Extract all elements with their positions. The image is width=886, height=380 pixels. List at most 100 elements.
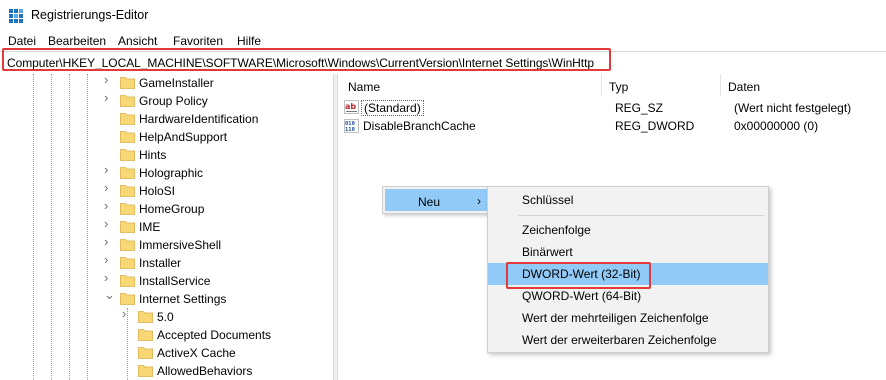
chevron-right-icon[interactable]: › xyxy=(104,91,114,104)
value-row[interactable]: 010 110 DisableBranchCache REG_DWORD 0x0… xyxy=(344,117,874,135)
chevron-right-icon[interactable]: › xyxy=(104,199,114,212)
tree-item[interactable]: › Group Policy xyxy=(104,91,333,110)
column-header-name[interactable]: Name xyxy=(348,80,380,94)
value-type: REG_SZ xyxy=(615,101,664,115)
chevron-down-icon[interactable]: ⌄ xyxy=(104,288,115,301)
submenu-item-zeichenfolge[interactable]: Zeichenfolge xyxy=(488,219,768,241)
tree-item-label: HomeGroup xyxy=(139,202,205,216)
tree-item[interactable]: › ImmersiveShell xyxy=(104,235,333,254)
tree-item-label: Hints xyxy=(139,148,167,162)
menu-item-neu-label: Neu xyxy=(418,195,441,209)
column-divider[interactable] xyxy=(601,74,602,96)
tree-item-label: Accepted Documents xyxy=(157,328,272,342)
folder-icon xyxy=(138,365,153,377)
chevron-right-icon[interactable]: › xyxy=(104,181,114,194)
folder-icon xyxy=(120,113,135,125)
folder-icon xyxy=(120,293,135,305)
folder-icon xyxy=(120,221,135,233)
value-data: 0x00000000 (0) xyxy=(734,119,819,133)
chevron-right-icon[interactable]: › xyxy=(104,271,114,284)
title-bar[interactable]: Registrierungs-Editor xyxy=(0,0,886,31)
tree-guide-line xyxy=(69,74,70,380)
tree-item-label: InstallService xyxy=(139,274,211,288)
menu-bearbeiten[interactable]: Bearbeiten xyxy=(48,34,106,48)
folder-icon xyxy=(138,311,153,323)
tree-item-label: Internet Settings xyxy=(139,292,227,306)
menu-datei[interactable]: Datei xyxy=(8,34,36,48)
tree-item[interactable]: › HomeGroup xyxy=(104,199,333,218)
submenu-item-multi-string[interactable]: Wert der mehrteiligen Zeichenfolge xyxy=(488,307,768,329)
tree-item-label: ActiveX Cache xyxy=(157,346,236,360)
key-tree-pane[interactable]: › GameInstaller › Group Policy HardwareIdent… xyxy=(0,74,333,380)
tree-item-label: ImmersiveShell xyxy=(139,238,222,252)
folder-icon xyxy=(120,185,135,197)
submenu-item-label: Binärwert xyxy=(522,245,573,259)
tree-item[interactable]: ⌄ Internet Settings xyxy=(104,288,333,308)
submenu-item-binaerwert[interactable]: Binärwert xyxy=(488,241,768,263)
tree-item-label: Installer xyxy=(139,256,182,270)
tree-item-label: HelpAndSupport xyxy=(139,130,228,144)
tree-item[interactable]: HelpAndSupport xyxy=(104,128,333,146)
folder-icon xyxy=(120,203,135,215)
folder-icon xyxy=(120,257,135,269)
tree-guide-line xyxy=(87,74,88,380)
tree-item[interactable]: › Holographic xyxy=(104,163,333,182)
submenu-item-label: Wert der erweiterbaren Zeichenfolge xyxy=(522,333,717,347)
column-divider[interactable] xyxy=(720,74,721,96)
chevron-right-icon: › xyxy=(477,194,481,208)
regedit-app-icon xyxy=(9,9,23,23)
tree-item[interactable]: › HoloSI xyxy=(104,181,333,200)
folder-icon xyxy=(120,131,135,143)
tree-guide-line xyxy=(33,74,34,380)
value-type: REG_DWORD xyxy=(615,119,695,133)
menu-item-neu[interactable]: Neu › xyxy=(385,189,487,211)
value-name: DisableBranchCache xyxy=(363,119,476,133)
tree-item-label: 5.0 xyxy=(157,310,174,324)
tree-item-label: GameInstaller xyxy=(139,76,214,90)
tree-item-label: IME xyxy=(139,220,161,234)
value-row[interactable]: ab (Standard) REG_SZ (Wert nicht festgel… xyxy=(344,99,874,117)
folder-icon xyxy=(120,275,135,287)
tree-item-label: Holographic xyxy=(139,166,204,180)
folder-icon xyxy=(120,167,135,179)
tree-item[interactable]: Accepted Documents xyxy=(122,326,333,344)
menu-hilfe[interactable]: Hilfe xyxy=(237,34,261,48)
tree-item-label: HoloSI xyxy=(139,184,176,198)
tree-item[interactable]: Hints xyxy=(104,146,333,164)
menu-separator xyxy=(518,215,764,216)
dword-annotation-box xyxy=(506,262,651,289)
tree-item[interactable]: HardwareIdentification xyxy=(104,110,333,128)
submenu-item-schluessel[interactable]: Schlüssel xyxy=(488,189,768,211)
tree-item[interactable]: AllowedBehaviors xyxy=(122,362,333,380)
folder-icon xyxy=(138,329,153,341)
menu-ansicht[interactable]: Ansicht xyxy=(118,34,157,48)
binary-value-icon: 010 110 xyxy=(344,119,359,133)
chevron-right-icon[interactable]: › xyxy=(104,253,114,266)
submenu-item-label: Wert der mehrteiligen Zeichenfolge xyxy=(522,311,709,325)
submenu-item-label: Zeichenfolge xyxy=(522,223,591,237)
tree-item[interactable]: › IME xyxy=(104,217,333,236)
string-value-icon: ab xyxy=(344,100,359,114)
chevron-right-icon[interactable]: › xyxy=(104,163,114,176)
column-header-data[interactable]: Daten xyxy=(728,80,760,94)
context-menu: Neu › xyxy=(382,186,490,214)
menu-favoriten[interactable]: Favoriten xyxy=(173,34,223,48)
value-name: (Standard) xyxy=(361,100,424,116)
chevron-right-icon[interactable]: › xyxy=(104,74,114,86)
submenu-item-label: QWORD-Wert (64-Bit) xyxy=(522,289,642,303)
folder-icon xyxy=(120,95,135,107)
tree-item[interactable]: ActiveX Cache xyxy=(122,344,333,362)
folder-icon xyxy=(120,239,135,251)
chevron-right-icon[interactable]: › xyxy=(104,235,114,248)
chevron-right-icon[interactable]: › xyxy=(122,307,132,320)
folder-icon xyxy=(120,77,135,89)
tree-item[interactable]: › InstallService xyxy=(104,271,333,290)
tree-item[interactable]: › 5.0 xyxy=(122,307,333,326)
submenu-item-expandable-string[interactable]: Wert der erweiterbaren Zeichenfolge xyxy=(488,329,768,351)
chevron-right-icon[interactable]: › xyxy=(104,217,114,230)
address-annotation-box xyxy=(2,48,611,71)
tree-item[interactable]: › GameInstaller xyxy=(104,74,333,92)
submenu-item-label: Schlüssel xyxy=(522,193,574,207)
column-header-type[interactable]: Typ xyxy=(609,80,628,94)
tree-item[interactable]: › Installer xyxy=(104,253,333,272)
